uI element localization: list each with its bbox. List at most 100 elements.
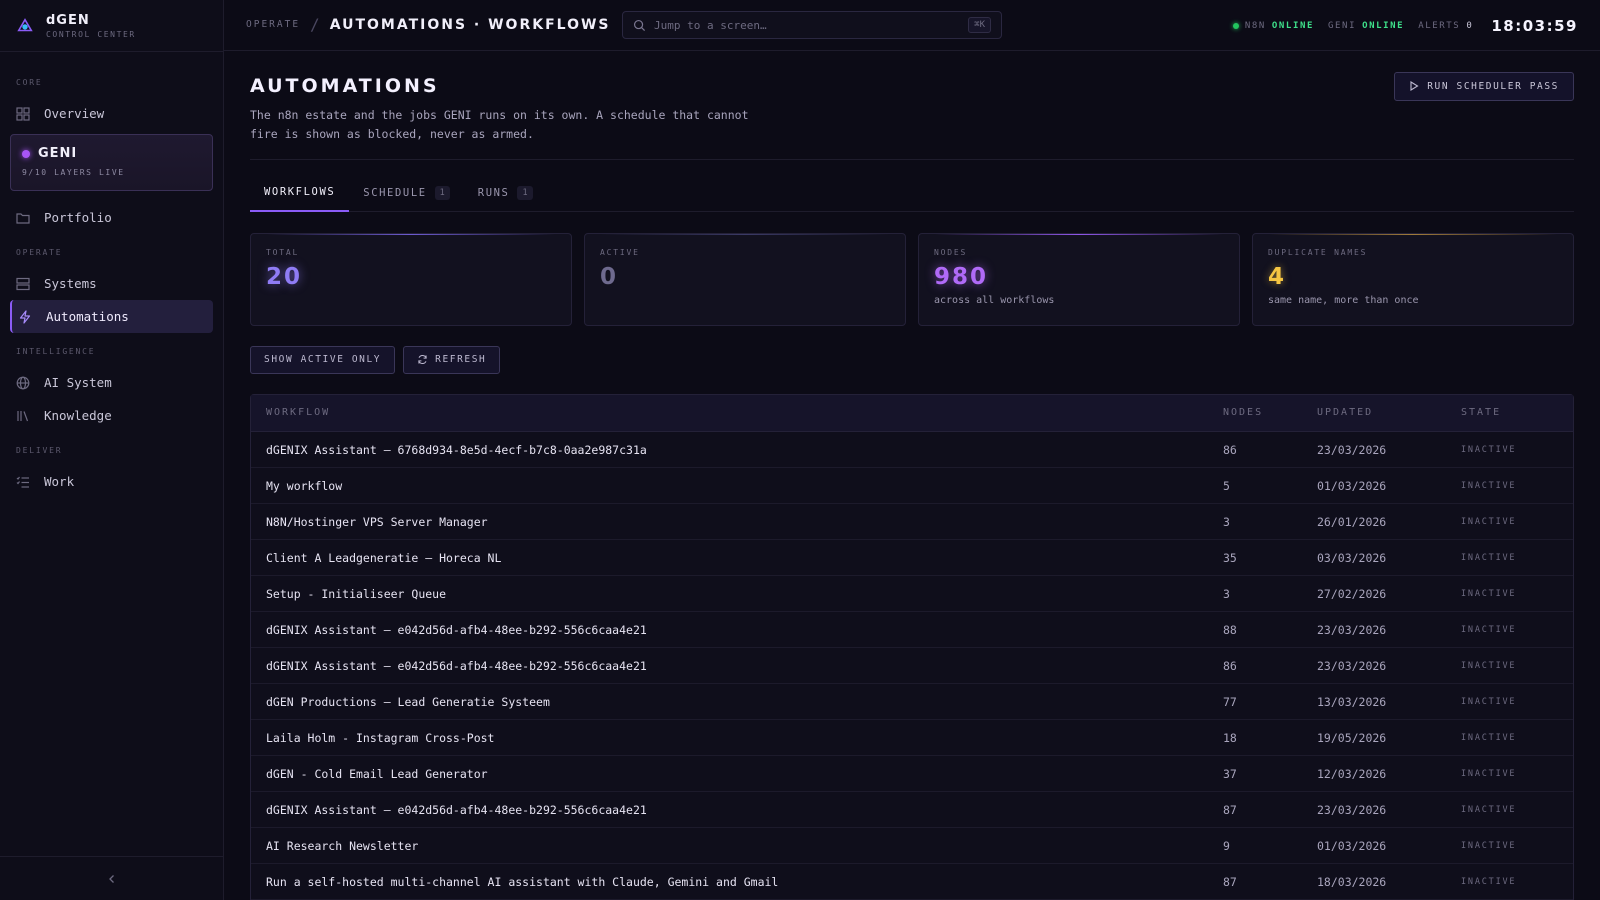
- nav-section-core: CORE: [16, 78, 43, 87]
- table-row[interactable]: Setup - Initialiseer Queue 3 27/02/2026 INA…: [251, 575, 1573, 612]
- search-box[interactable]: ⌘K: [622, 11, 1002, 39]
- refresh-label: REFRESH: [435, 354, 487, 365]
- sidebar-item-systems[interactable]: Systems: [10, 267, 213, 300]
- sidebar-item-label: Systems: [44, 276, 97, 291]
- cell-workflow: My workflow: [251, 467, 1223, 504]
- sidebar-item-label: Work: [44, 474, 75, 489]
- tab-workflows[interactable]: WORKFLOWS: [250, 174, 350, 212]
- brand-text: dGEN CONTROL CENTER: [46, 13, 136, 39]
- table-header-row: WORKFLOW NODES UPDATED STATE: [251, 394, 1573, 432]
- workflows-table-container: WORKFLOW NODES UPDATED STATE dGENIX Assi…: [250, 393, 1574, 900]
- stat-value: 980: [934, 263, 989, 290]
- table-row[interactable]: N8N/Hostinger VPS Server Manager 3 26/01/2…: [251, 503, 1573, 540]
- table-row[interactable]: dGENIX Assistant — e042d56d-afb4-48ee-b2…: [251, 611, 1573, 648]
- column-header-updated[interactable]: UPDATED: [1317, 394, 1461, 432]
- table-row[interactable]: Laila Holm - Instagram Cross-Post 18 19/05…: [251, 719, 1573, 756]
- column-header-state[interactable]: STATE: [1461, 394, 1573, 432]
- column-header-nodes[interactable]: NODES: [1223, 394, 1317, 432]
- n8n-label: N8N: [1244, 21, 1266, 31]
- cell-workflow: dGEN - Cold Email Lead Generator: [251, 755, 1223, 792]
- sidebar-nav: CORE Overview GENI 9/10 LAYERS LIVE Port…: [0, 52, 223, 856]
- cell-workflow: Setup - Initialiseer Queue: [251, 575, 1223, 612]
- tab-label: WORKFLOWS: [264, 185, 336, 198]
- checklist-icon: [16, 476, 29, 488]
- alerts-count: 0: [1466, 21, 1474, 31]
- alerts-status[interactable]: ALERTS 0: [1418, 21, 1473, 31]
- cell-updated: 01/03/2026: [1317, 827, 1461, 864]
- table-row[interactable]: dGEN - Cold Email Lead Generator 37 12/03/…: [251, 755, 1573, 792]
- cell-state: INACTIVE: [1461, 755, 1573, 792]
- table-row[interactable]: dGENIX Assistant — 6768d934-8e5d-4ecf-b7…: [251, 431, 1573, 468]
- cell-state: INACTIVE: [1461, 575, 1573, 612]
- cell-state: INACTIVE: [1461, 539, 1573, 576]
- table-row[interactable]: Client A Leadgeneratie — Horeca NL 35 03/0…: [251, 539, 1573, 576]
- column-header-workflow[interactable]: WORKFLOW: [251, 394, 1223, 432]
- sidebar-item-portfolio[interactable]: Portfolio: [10, 201, 213, 234]
- table-row[interactable]: Run a self-hosted multi-channel AI assis…: [251, 863, 1573, 900]
- n8n-status-value: ONLINE: [1271, 21, 1315, 31]
- stat-label: ACTIVE: [600, 247, 640, 257]
- sidebar-item-knowledge[interactable]: Knowledge: [10, 399, 213, 432]
- header-divider: [250, 158, 1574, 160]
- cell-state: INACTIVE: [1461, 827, 1573, 864]
- table-row[interactable]: AI Research Newsletter 9 01/03/2026 INACTIV…: [251, 827, 1573, 864]
- tab-label: SCHEDULE: [363, 186, 427, 199]
- tab-count-badge: 1: [434, 185, 450, 200]
- geni-status-value: ONLINE: [1362, 21, 1405, 31]
- geni-status: GENI ONLINE: [1328, 21, 1404, 31]
- sidebar-item-ai-system[interactable]: AI System: [10, 366, 213, 399]
- geni-status-card[interactable]: GENI 9/10 LAYERS LIVE: [10, 134, 213, 191]
- sidebar-item-overview[interactable]: Overview: [10, 97, 213, 130]
- brand-name: dGEN: [46, 12, 90, 28]
- refresh-button[interactable]: REFRESH: [403, 345, 501, 374]
- brand[interactable]: dGEN CONTROL CENTER: [0, 0, 223, 52]
- page-title: AUTOMATIONS: [250, 74, 440, 97]
- cell-updated: 03/03/2026: [1317, 539, 1461, 576]
- tab-schedule[interactable]: SCHEDULE 1: [349, 174, 464, 212]
- breadcrumb-current: AUTOMATIONS · WORKFLOWS: [329, 16, 611, 33]
- geni-layers-status: 9/10 LAYERS LIVE: [22, 168, 125, 177]
- geni-label: GENI: [1328, 21, 1357, 31]
- table-row[interactable]: dGENIX Assistant — e042d56d-afb4-48ee-b2…: [251, 647, 1573, 684]
- stat-note: across all workflows: [934, 294, 1055, 306]
- sidebar-item-work[interactable]: Work: [10, 465, 213, 498]
- cell-state: INACTIVE: [1461, 431, 1573, 468]
- cell-updated: 13/03/2026: [1317, 683, 1461, 720]
- cell-updated: 12/03/2026: [1317, 755, 1461, 792]
- sidebar-item-label: Overview: [44, 106, 105, 121]
- table-row[interactable]: My workflow 5 01/03/2026 INACTIVE: [251, 467, 1573, 504]
- n8n-status: N8N ONLINE: [1232, 21, 1315, 31]
- cell-workflow: AI Research Newsletter: [251, 827, 1223, 864]
- tab-bar: WORKFLOWS SCHEDULE 1 RUNS 1: [250, 174, 1574, 212]
- cell-state: INACTIVE: [1461, 467, 1573, 504]
- sidebar-item-label: Automations: [46, 309, 129, 324]
- cell-state: INACTIVE: [1461, 719, 1573, 756]
- topbar: OPERATE / AUTOMATIONS · WORKFLOWS ⌘K N8N…: [224, 0, 1600, 51]
- status-bar: N8N ONLINE GENI ONLINE ALERTS 0 18:03:59: [1232, 0, 1578, 52]
- cell-updated: 23/03/2026: [1317, 431, 1461, 468]
- brand-subtitle: CONTROL CENTER: [46, 29, 136, 39]
- cell-workflow: Run a self-hosted multi-channel AI assis…: [251, 863, 1223, 900]
- cell-updated: 18/03/2026: [1317, 863, 1461, 900]
- cell-state: INACTIVE: [1461, 611, 1573, 648]
- play-icon: [1410, 81, 1419, 91]
- search-input[interactable]: [654, 18, 961, 32]
- show-active-only-button[interactable]: SHOW ACTIVE ONLY: [250, 345, 396, 374]
- search-icon: [633, 19, 646, 31]
- cell-state: INACTIVE: [1461, 791, 1573, 828]
- table-row[interactable]: dGENIX Assistant — e042d56d-afb4-48ee-b2…: [251, 791, 1573, 828]
- breadcrumb-parent[interactable]: OPERATE: [246, 19, 300, 30]
- cell-workflow: N8N/Hostinger VPS Server Manager: [251, 503, 1223, 540]
- cell-nodes: 9: [1223, 827, 1317, 864]
- cell-updated: 26/01/2026: [1317, 503, 1461, 540]
- show-active-label: SHOW ACTIVE ONLY: [264, 354, 382, 365]
- run-scheduler-label: RUN SCHEDULER PASS: [1427, 80, 1559, 92]
- sidebar-collapse-button[interactable]: [0, 856, 223, 900]
- cell-nodes: 88: [1223, 611, 1317, 648]
- tab-runs[interactable]: RUNS 1: [464, 174, 547, 212]
- table-row[interactable]: dGEN Productions — Lead Generatie Systee…: [251, 683, 1573, 720]
- run-scheduler-pass-button[interactable]: RUN SCHEDULER PASS: [1394, 71, 1574, 101]
- sidebar-item-automations[interactable]: Automations: [10, 300, 213, 333]
- library-icon: [17, 410, 29, 421]
- stat-note: same name, more than once: [1268, 294, 1419, 306]
